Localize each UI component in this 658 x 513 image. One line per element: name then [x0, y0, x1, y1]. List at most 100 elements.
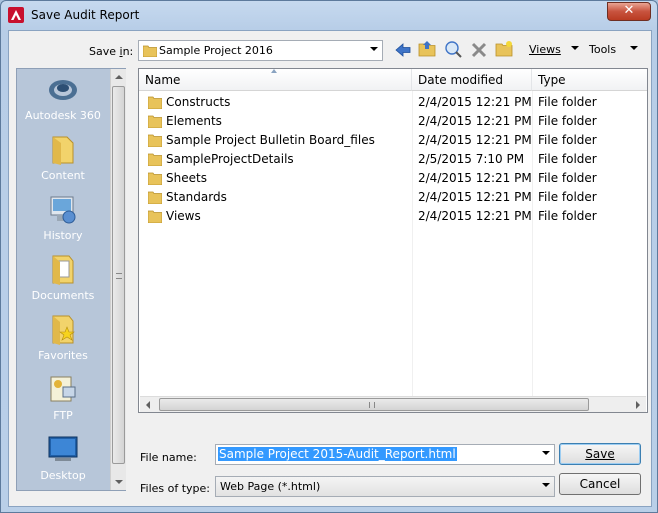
tools-menu[interactable]: Tools [589, 43, 616, 56]
tools-chevron-down-icon[interactable] [630, 46, 638, 50]
type-cell: File folder [538, 152, 597, 166]
file-name-label: File name: [140, 451, 197, 464]
file-type-value: Web Page (*.html) [220, 480, 321, 493]
horizontal-scrollbar[interactable] [140, 396, 646, 412]
views-chevron-down-icon[interactable] [571, 46, 579, 50]
favorites-icon [52, 315, 75, 345]
scroll-thumb[interactable] [159, 398, 589, 411]
file-list: Name Date modified Type Constructs 2/4/20… [138, 68, 648, 413]
file-name-input[interactable]: Sample Project 2015-Audit_Report.html [215, 444, 555, 465]
scroll-thumb[interactable] [112, 86, 125, 464]
file-name-cell: SampleProjectDetails [166, 152, 294, 166]
folder-icon [148, 96, 162, 109]
cancel-button-label: Cancel [579, 477, 621, 491]
column-header-date-modified[interactable]: Date modified [412, 69, 532, 91]
place-label: Documents [31, 289, 95, 302]
place-label: Content [41, 169, 85, 182]
chevron-down-icon[interactable] [542, 451, 550, 455]
table-row[interactable]: SampleProjectDetails 2/5/2015 7:10 PM File… [140, 150, 646, 169]
table-row[interactable]: Elements 2/4/2015 12:21 PM File folder [140, 112, 646, 131]
grip-icon [369, 402, 375, 408]
back-arrow-icon[interactable] [394, 41, 412, 59]
chevron-down-icon [370, 47, 378, 51]
file-name-cell: Sheets [166, 171, 207, 185]
save-in-value: Sample Project 2016 [159, 44, 273, 57]
type-cell: File folder [538, 133, 597, 147]
table-row[interactable]: Views 2/4/2015 12:21 PM File folder [140, 207, 646, 226]
place-content[interactable]: Content [17, 131, 109, 191]
column-header-type[interactable]: Type [532, 69, 647, 91]
place-desktop[interactable]: Desktop [17, 431, 109, 491]
save-audit-report-dialog: Save Audit Report ✕ Save in: Sample Proj… [0, 0, 658, 513]
title-bar[interactable]: Save Audit Report ✕ [1, 1, 657, 29]
views-menu[interactable]: Views [529, 43, 561, 56]
scroll-right-icon[interactable] [636, 401, 640, 409]
places-sidebar: Autodesk 360 Content History Documents F… [16, 68, 126, 491]
place-ftp[interactable]: FTP [17, 371, 109, 431]
table-row[interactable]: Constructs 2/4/2015 12:21 PM File folder [140, 93, 646, 112]
table-row[interactable]: Sheets 2/4/2015 12:21 PM File folder [140, 169, 646, 188]
folder-icon [148, 115, 162, 128]
tools-label: Tools [589, 43, 617, 56]
save-button[interactable]: Save [559, 443, 641, 465]
save-button-label: Save [585, 447, 615, 461]
column-header-label: Name [145, 73, 181, 87]
date-modified-cell: 2/4/2015 12:21 PM [418, 133, 532, 147]
column-header-name[interactable]: Name [139, 69, 412, 91]
folder-icon [148, 172, 162, 185]
sort-ascending-icon [271, 69, 277, 73]
place-label: History [43, 229, 83, 242]
save-in-dropdown[interactable]: Sample Project 2016 [138, 40, 383, 61]
file-name-value: Sample Project 2015-Audit_Report.html [218, 447, 457, 461]
place-autodesk-360[interactable]: Autodesk 360 [17, 71, 109, 131]
scroll-down-icon[interactable] [115, 480, 123, 484]
desktop-icon [48, 436, 78, 461]
file-name-cell: Standards [166, 190, 227, 204]
date-modified-cell: 2/5/2015 7:10 PM [418, 152, 525, 166]
grip-icon [116, 273, 122, 279]
place-documents[interactable]: Documents [17, 251, 109, 311]
folder-icon [143, 45, 157, 57]
column-header-label: Date modified [418, 73, 504, 87]
folder-icon [148, 210, 162, 223]
cancel-button[interactable]: Cancel [559, 473, 641, 495]
close-icon: ✕ [623, 3, 635, 18]
ftp-icon [50, 376, 76, 402]
place-history[interactable]: History [17, 191, 109, 251]
up-folder-icon[interactable] [418, 40, 436, 58]
delete-icon[interactable] [470, 41, 488, 59]
search-web-icon[interactable] [444, 40, 462, 58]
window-title: Save Audit Report [31, 8, 140, 22]
scroll-up-icon[interactable] [115, 75, 123, 79]
places-scrollbar[interactable] [110, 69, 126, 490]
chevron-down-icon [542, 483, 550, 487]
folder-icon [148, 191, 162, 204]
new-folder-icon[interactable] [495, 40, 513, 58]
type-cell: File folder [538, 95, 597, 109]
date-modified-cell: 2/4/2015 12:21 PM [418, 95, 532, 109]
place-favorites[interactable]: Favorites [17, 311, 109, 371]
place-label: FTP [53, 409, 73, 422]
history-icon [50, 196, 76, 224]
autodesk-360-icon [49, 80, 77, 100]
scroll-left-icon[interactable] [146, 401, 150, 409]
file-type-label: Files of type: [140, 482, 211, 495]
folder-icon [52, 136, 74, 165]
place-label: Favorites [38, 349, 88, 362]
table-row[interactable]: Standards 2/4/2015 12:21 PM File folder [140, 188, 646, 207]
file-name-cell: Elements [166, 114, 222, 128]
type-cell: File folder [538, 171, 597, 185]
file-type-dropdown[interactable]: Web Page (*.html) [215, 476, 555, 497]
place-label: Autodesk 360 [25, 109, 101, 122]
date-modified-cell: 2/4/2015 12:21 PM [418, 171, 532, 185]
file-name-cell: Sample Project Bulletin Board_files [166, 133, 375, 147]
file-name-cell: Constructs [166, 95, 231, 109]
save-in-label: Save in: [89, 45, 134, 58]
table-row[interactable]: Sample Project Bulletin Board_files 2/4/2… [140, 131, 646, 150]
close-button[interactable]: ✕ [607, 2, 651, 21]
column-header-label: Type [538, 73, 566, 87]
documents-icon [52, 255, 74, 285]
date-modified-cell: 2/4/2015 12:21 PM [418, 190, 532, 204]
date-modified-cell: 2/4/2015 12:21 PM [418, 114, 532, 128]
file-name-cell: Views [166, 209, 201, 223]
